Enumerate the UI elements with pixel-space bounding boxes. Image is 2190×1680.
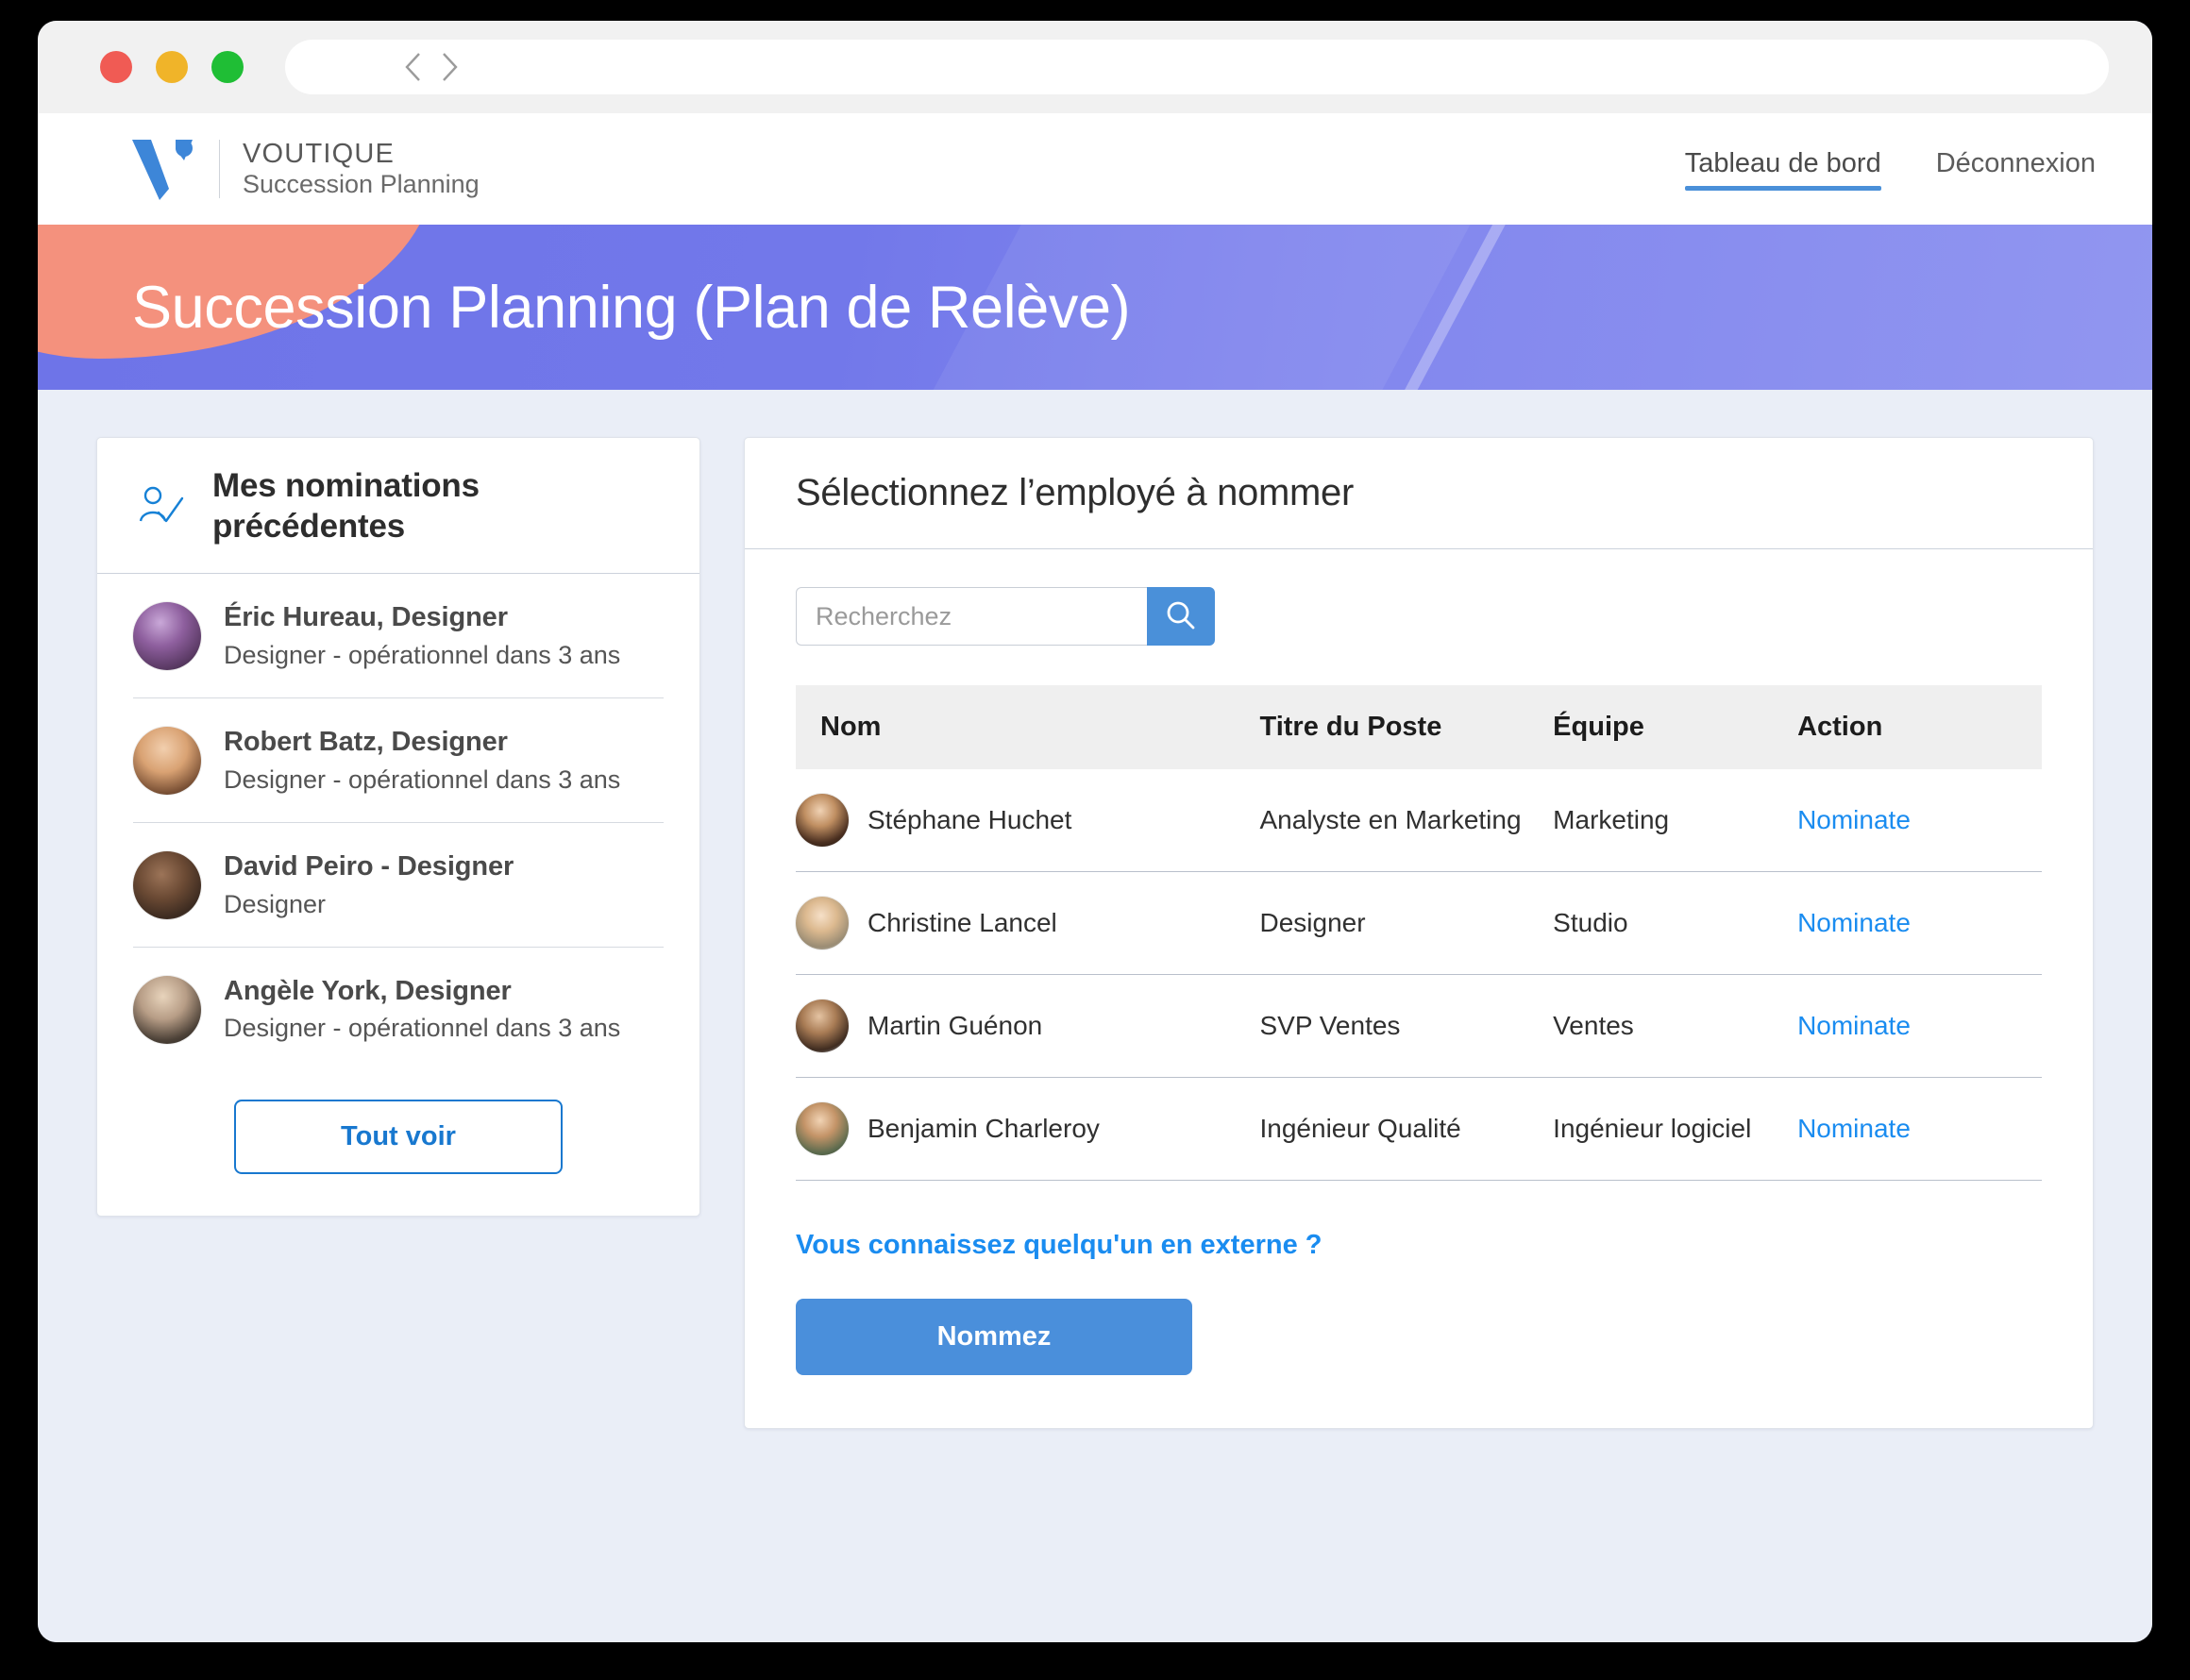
avatar [796,1102,849,1155]
nomination-name: David Peiro - Designer [224,850,514,882]
chevron-left-icon[interactable] [400,51,425,83]
employee-title: Designer [1259,871,1554,975]
avatar [796,1000,849,1052]
list-item[interactable]: Angèle York, Designer Designer - opérati… [133,948,664,1071]
avatar [133,602,201,671]
browser-window: VOUTIQUE Succession Planning Tableau de … [38,21,2152,1642]
page-title: Succession Planning (Plan de Relève) [132,274,1131,341]
list-item[interactable]: David Peiro - Designer Designer [133,823,664,948]
table-row: Martin Guénon SVP Ventes Ventes Nominate [796,974,2042,1078]
select-employee-card: Sélectionnez l’employé à nommer Recherch… [744,437,2094,1429]
nominate-link[interactable]: Nominate [1797,1011,1911,1040]
nomination-name: Robert Batz, Designer [224,727,508,758]
select-employee-header: Sélectionnez l’employé à nommer [745,438,2093,549]
avatar [796,897,849,949]
nomination-detail: Designer - opérationnel dans 3 ans [224,641,621,670]
external-candidate-link[interactable]: Vous connaissez quelqu'un en externe ? [796,1230,2042,1261]
nav-item-dashboard[interactable]: Tableau de bord [1684,148,1881,191]
employee-title: Ingénieur Qualité [1259,1077,1554,1181]
column-header-titre: Titre du Poste [1259,685,1554,769]
previous-nominations-title: Mes nominations précédentes [212,467,480,545]
address-bar[interactable] [285,40,2109,94]
browser-nav-arrows [400,51,463,83]
search-input[interactable] [796,587,1147,646]
person-check-icon [133,479,188,534]
employee-table: Nom Titre du Poste Équipe Action Stéphan… [796,685,2042,1181]
table-row: Christine Lancel Designer Studio Nominat… [796,871,2042,975]
select-employee-body: Nom Titre du Poste Équipe Action Stéphan… [745,549,2093,1428]
employee-title: Analyste en Marketing [1259,769,1554,872]
column-header-nom: Nom [796,685,1260,769]
brand-tagline: Succession Planning [243,170,480,199]
window-controls [100,51,244,83]
previous-nominations-header: Mes nominations précédentes [97,438,699,575]
nomination-name: Éric Hureau, Designer [224,602,508,633]
nav-item-logout[interactable]: Déconnexion [1936,148,2096,191]
employee-team: Marketing [1553,769,1798,872]
search-row [796,587,1215,646]
search-button[interactable] [1147,587,1215,646]
nominate-link[interactable]: Nominate [1797,805,1911,834]
app-header: VOUTIQUE Succession Planning Tableau de … [38,113,2152,225]
employee-name: Martin Guénon [868,1011,1043,1040]
select-employee-title: Sélectionnez l’employé à nommer [796,472,1354,513]
brand-text: VOUTIQUE Succession Planning [243,138,480,200]
previous-nominations-card: Mes nominations précédentes Éric Hureau,… [96,437,700,1217]
avatar [133,850,201,919]
brand-name: VOUTIQUE [243,138,396,169]
table-header-row: Nom Titre du Poste Équipe Action [796,685,2042,769]
hero-banner: Succession Planning (Plan de Relève) [38,225,2152,390]
employee-team: Studio [1553,871,1798,975]
close-light[interactable] [100,51,132,83]
column-header-action: Action [1797,685,2042,769]
nominate-submit-button[interactable]: Nommez [796,1299,1192,1375]
nomination-detail: Designer - opérationnel dans 3 ans [224,764,621,794]
list-item[interactable]: Éric Hureau, Designer Designer - opérati… [133,574,664,699]
nominate-link[interactable]: Nominate [1797,908,1911,937]
employee-name: Benjamin Charleroy [868,1114,1100,1143]
list-item[interactable]: Robert Batz, Designer Designer - opérati… [133,698,664,823]
browser-titlebar [38,21,2152,113]
nomination-detail: Designer - opérationnel dans 3 ans [224,1014,621,1043]
table-row: Benjamin Charleroy Ingénieur Qualité Ing… [796,1077,2042,1181]
maximize-light[interactable] [211,51,244,83]
view-all-wrap: Tout voir [97,1071,699,1216]
avatar [133,975,201,1044]
employee-title: SVP Ventes [1259,974,1554,1078]
chevron-right-icon[interactable] [438,51,463,83]
voutique-logo-icon [128,136,198,202]
avatar [133,727,201,796]
search-icon [1163,597,1199,636]
nomination-detail: Designer [224,889,327,918]
main-nav: Tableau de bord Déconnexion [1684,148,2096,191]
nominate-link[interactable]: Nominate [1797,1114,1911,1143]
page-content: Mes nominations précédentes Éric Hureau,… [38,390,2152,1642]
minimize-light[interactable] [156,51,188,83]
view-all-button[interactable]: Tout voir [234,1099,563,1174]
employee-team: Ventes [1553,974,1798,1078]
column-header-equipe: Équipe [1553,685,1798,769]
nomination-name: Angèle York, Designer [224,975,512,1006]
employee-name: Stéphane Huchet [868,805,1072,834]
avatar [796,794,849,847]
employee-team: Ingénieur logiciel [1553,1077,1798,1181]
brand-logo[interactable]: VOUTIQUE Succession Planning [128,136,480,202]
previous-nominations-list: Éric Hureau, Designer Designer - opérati… [97,574,699,1070]
brand-divider [219,140,220,198]
employee-name: Christine Lancel [868,908,1057,937]
table-row: Stéphane Huchet Analyste en Marketing Ma… [796,769,2042,872]
